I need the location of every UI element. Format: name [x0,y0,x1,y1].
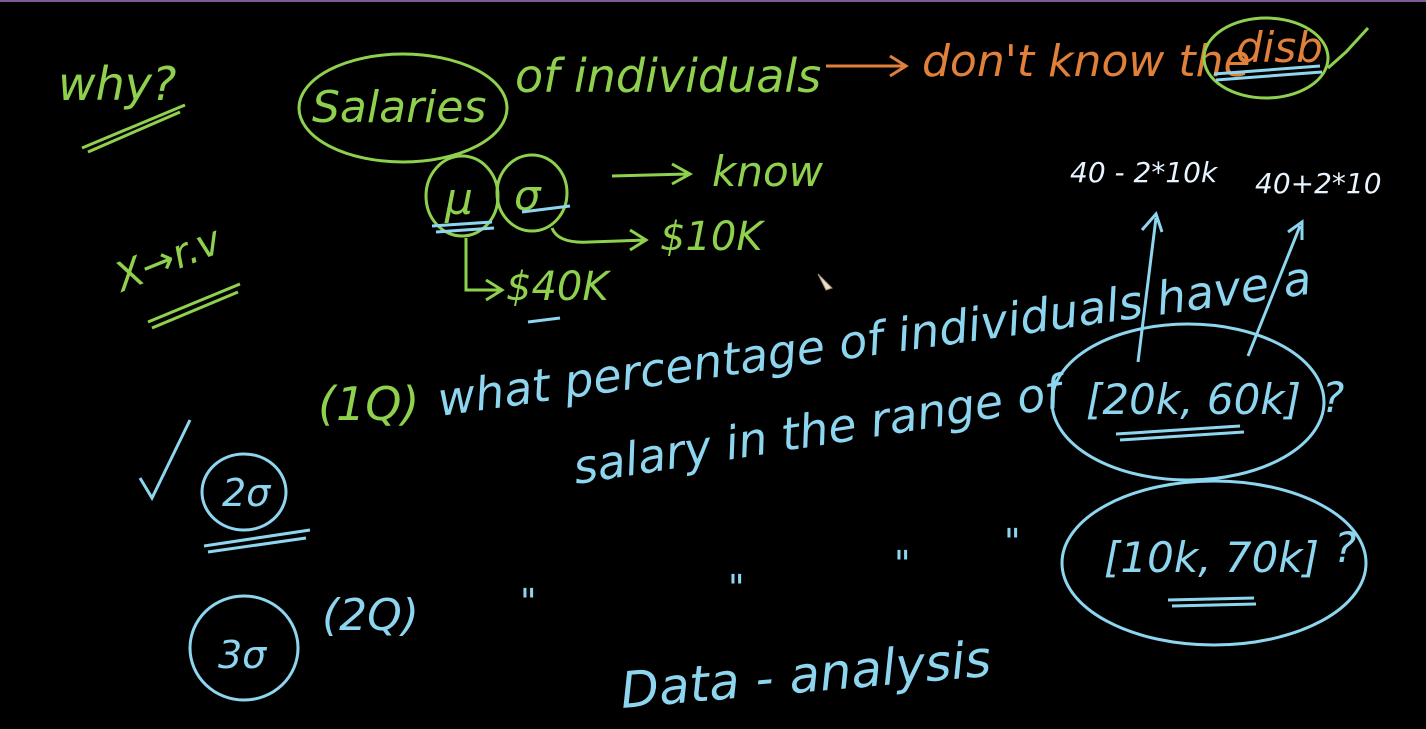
why-underline-2 [87,110,181,154]
range-1-text: [20k, 60k] [1086,375,1301,424]
mu-arrow-icon [464,238,505,302]
q-mark-1: ? [1322,373,1344,422]
of-individuals-text: of individuals [515,49,821,103]
salaries-text: Salaries [312,82,486,133]
checkmark-icon [1327,26,1370,70]
range-2-text: [10k, 70k] [1104,533,1319,582]
range-1-underline [1115,424,1245,442]
ditto-2: " [728,568,745,609]
ditto-1: " [520,582,537,623]
sigma-arrow-icon [550,227,649,252]
pencil-cursor-icon [817,273,833,291]
two-sigma-underline [203,528,311,554]
dont-know-text: don't know the [922,36,1251,87]
x-rv-underline [147,282,241,324]
ditto-4: " [1004,522,1021,563]
whiteboard-canvas[interactable]: why? X→r.v Salaries of individuals don't… [0,0,1426,724]
val-40k-text: $40K [506,264,611,310]
val-40k-underline [527,316,561,324]
checkmark-icon [138,419,192,502]
mu-text: μ [444,174,473,225]
q2-number: (2Q) [322,590,419,641]
arrow-icon [826,54,909,78]
know-text: know [712,147,824,196]
know-arrow-icon [611,162,694,186]
x-rv-text: X→r.v [107,217,229,302]
three-sigma-text: 3σ [218,633,268,677]
q1-number: (1Q) [318,377,419,431]
whiteboard-drawing: why? X→r.v Salaries of individuals don't… [0,0,1426,720]
val-10k-text: $10K [660,214,765,260]
low-calc-text: 40 - 2*10k [1070,156,1219,189]
two-sigma-text: 2σ [222,471,272,515]
why-underline [81,103,186,150]
high-calc-text: 40+2*10 [1255,167,1382,200]
x-rv-underline-2 [151,290,239,330]
ditto-3: " [894,544,911,585]
why-text: why? [58,57,176,111]
q-mark-2: ? [1334,523,1356,572]
data-analysis-text: Data - analysis [618,630,993,720]
range-2-underline [1167,596,1257,608]
